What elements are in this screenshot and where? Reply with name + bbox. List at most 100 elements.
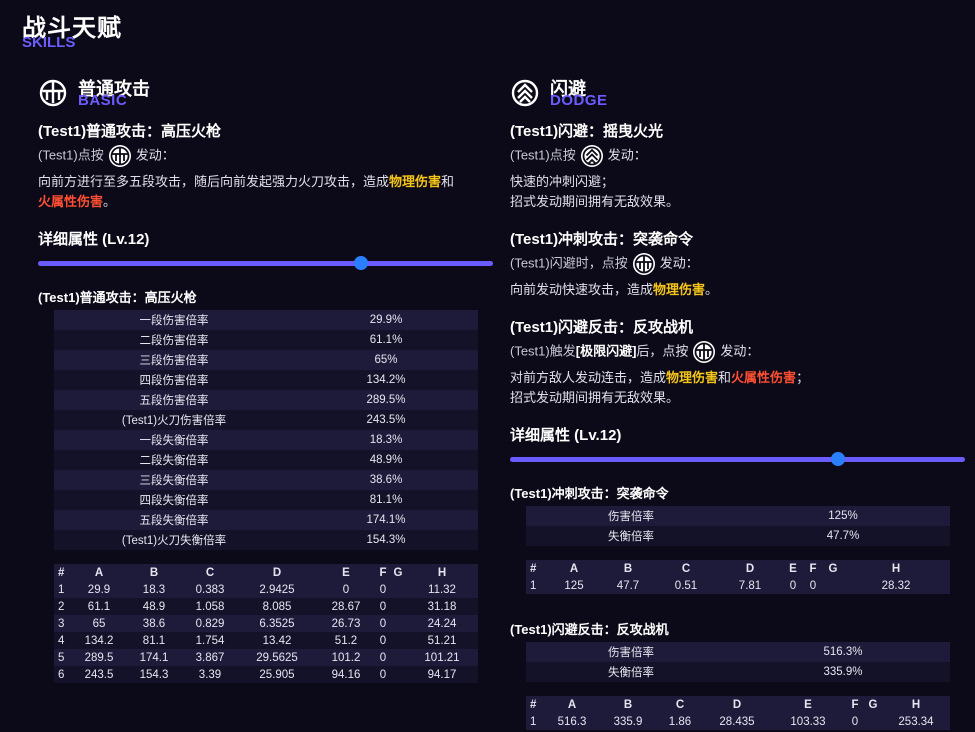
table-cell: 26.73 [316,615,376,632]
trigger-suffix: 发动： [659,255,699,271]
dodge-key-icon [580,145,603,167]
table-cell: 7.81 [716,577,784,594]
table-cell [824,577,842,594]
table-cell: 13.42 [238,632,316,649]
column-header: A [72,564,126,581]
attr-row: 一段失衡倍率 18.3% [54,430,478,450]
dodge-skill-3-trigger: (Test1)触发[极限闪避]后，点按 发动： [510,340,759,363]
table-cell [390,649,406,666]
table-row: 1 516.3 335.9 1.86 28.435 103.33 0 253.34 [526,713,950,730]
attr-value: 243.5% [294,410,478,430]
desc-text: 对前方敌人发动连击，造成 [510,370,667,385]
table-cell: 154.3 [126,666,182,683]
basic-skill-name: (Test1)普通攻击：高压火枪 [38,123,222,140]
perfect-dodge-label: [极限闪避] [575,343,637,359]
column-header: F [846,696,864,713]
table-cell: 0 [376,615,390,632]
dodge-level-slider-handle[interactable] [830,452,845,466]
table-cell: 65 [72,615,126,632]
trigger-prefix: (Test1)触发 [510,343,576,359]
attr-name: 五段失衡倍率 [54,510,294,530]
page-subtitle: SKILLS [22,34,76,51]
column-header: B [600,560,656,577]
attr-row: 伤害倍率 516.3% [526,642,950,662]
dodge-skill-1-trigger: (Test1)点按 发动： [510,144,647,167]
attr-name: (Test1)火刀伤害倍率 [54,410,294,430]
dodge-skill-2-name: (Test1)冲刺攻击：突袭命令 [510,231,694,248]
attr-row: 一段伤害倍率 29.9% [54,310,478,330]
table-cell [390,666,406,683]
column-header: G [390,564,406,581]
dodge-level-slider[interactable] [510,452,965,466]
column-header: D [238,564,316,581]
table-cell: 174.1 [126,649,182,666]
table-cell: 31.18 [406,598,478,615]
column-header: # [526,560,548,577]
desc-end: ； [796,370,810,385]
table-cell: 0.51 [656,577,716,594]
table-row: 1 125 47.7 0.51 7.81 0 0 28.32 [526,577,950,594]
table-cell: 25.905 [238,666,316,683]
attr-row: 二段伤害倍率 61.1% [54,330,478,350]
trigger-mid: 后，点按 [636,343,689,359]
dodge-icon [511,79,539,107]
table-cell: 1 [54,581,72,598]
table-cell: 1 [526,577,548,594]
table-cell: 24.24 [406,615,478,632]
column-header: C [182,564,238,581]
attr-name: 四段失衡倍率 [54,490,294,510]
basic-attack-key-icon [108,145,131,167]
table-cell: 0 [846,713,864,730]
table-cell: 28.67 [316,598,376,615]
table-cell [390,632,406,649]
table-cell: 28.435 [704,713,770,730]
physical-damage-label: 物理伤害 [653,282,706,297]
dodge-attr-table-1: 伤害倍率 125% 失衡倍率 47.7% [526,506,950,546]
basic-detail-label: 详细属性 (Lv.12) [38,231,150,248]
table-cell: 28.32 [842,577,950,594]
attr-row: 伤害倍率 125% [526,506,950,526]
attr-name: 五段伤害倍率 [54,390,294,410]
attr-value: 38.6% [294,470,478,490]
table-cell: 0 [376,581,390,598]
dodge-attr-table-2: 伤害倍率 516.3% 失衡倍率 335.9% [526,642,950,682]
attr-name: 一段伤害倍率 [54,310,294,330]
desc-and: 和 [441,174,455,189]
table-cell: 2 [54,598,72,615]
table-cell: 516.3 [544,713,600,730]
dodge-skill-1-desc-2: 招式发动期间拥有无敌效果。 [510,194,680,209]
dodge-skill-3-desc-2: 招式发动期间拥有无敌效果。 [510,390,680,405]
table-cell: 94.16 [316,666,376,683]
column-header: H [882,696,950,713]
basic-level-slider[interactable] [38,256,493,270]
desc-text: 向前方进行至多五段攻击，随后向前发起强力火刀攻击，造成 [38,174,390,189]
attr-name: 三段伤害倍率 [54,350,294,370]
table-cell: 4 [54,632,72,649]
fire-damage-label: 火属性伤害 [38,194,104,209]
table-header-row: # A B C D E F G H [526,560,950,577]
attr-row: 五段伤害倍率 289.5% [54,390,478,410]
table-cell: 47.7 [600,577,656,594]
dodge-skill-3-name: (Test1)闪避反击：反攻战机 [510,319,694,336]
column-header: E [316,564,376,581]
table-cell: 0 [376,598,390,615]
table-cell: 11.32 [406,581,478,598]
column-header: D [704,696,770,713]
basic-level-slider-handle[interactable] [354,256,369,270]
attr-row: 二段失衡倍率 48.9% [54,450,478,470]
dodge-table-2-title: (Test1)闪避反击：反攻战机 [510,622,669,637]
basic-data-table: # A B C D E F G H 1 29.9 18.3 0.383 2.9425 0 0 11.32 2 61… [54,564,478,683]
table-cell [864,713,882,730]
attr-name: 一段失衡倍率 [54,430,294,450]
dodge-skill-1-name: (Test1)闪避：摇曳火光 [510,123,664,140]
column-header: E [770,696,846,713]
table-cell: 2.9425 [238,581,316,598]
attr-value: 81.1% [294,490,478,510]
column-header: A [544,696,600,713]
table-cell: 0 [316,581,376,598]
desc-and: 和 [718,370,732,385]
basic-attack-key-icon [693,341,716,363]
table-row: 1 29.9 18.3 0.383 2.9425 0 0 11.32 [54,581,478,598]
dodge-skill-2-trigger: (Test1)闪避时，点按 发动： [510,252,699,275]
trigger-prefix: (Test1)点按 [510,147,576,163]
